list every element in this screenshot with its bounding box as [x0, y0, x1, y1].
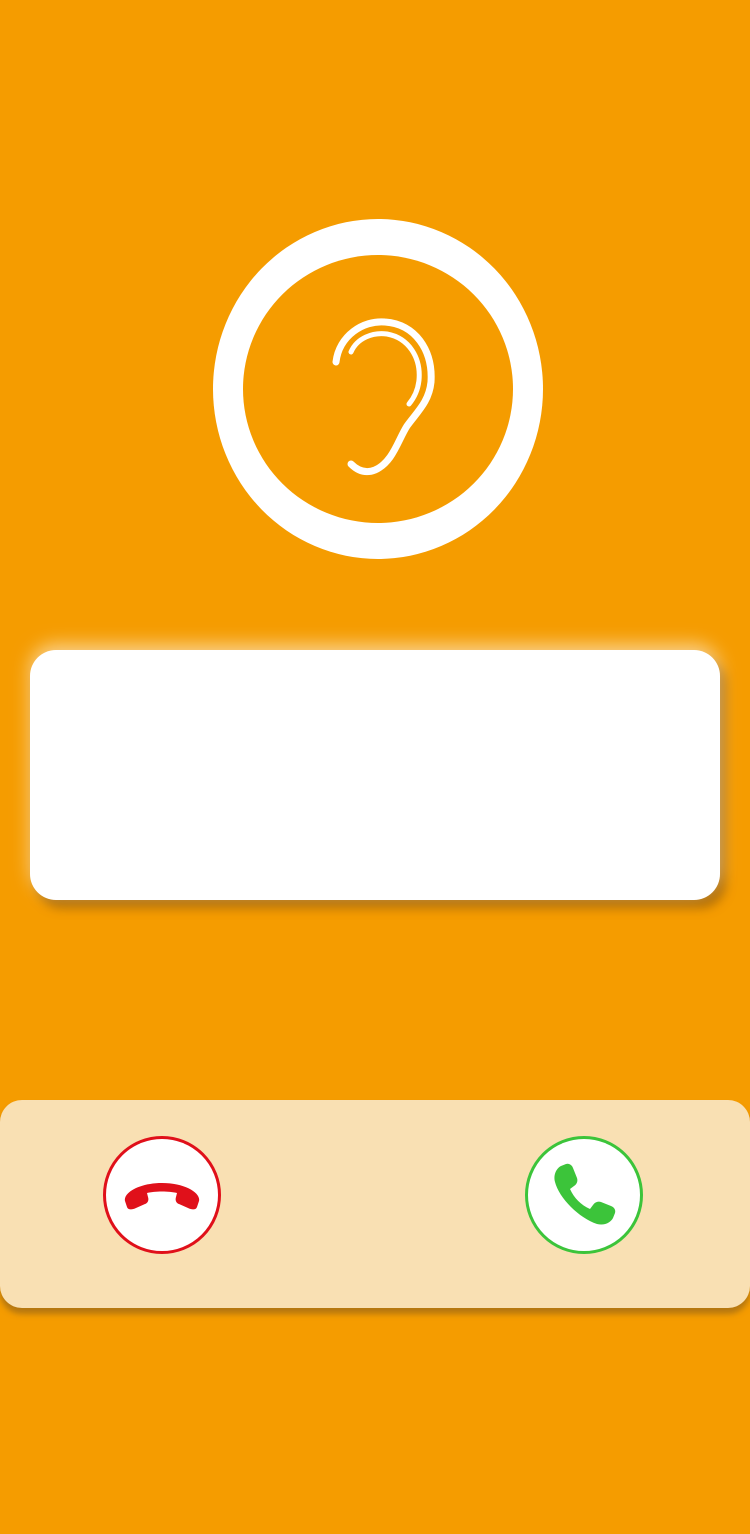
accept-call-button[interactable] — [525, 1136, 643, 1254]
call-action-bar — [0, 1100, 750, 1308]
ear-icon — [332, 318, 435, 476]
decline-call-button[interactable] — [103, 1136, 221, 1254]
avatar-inner-circle — [243, 255, 513, 523]
phone-hangup-icon — [124, 1183, 200, 1210]
caller-info-card — [30, 650, 720, 900]
incoming-call-screen — [0, 0, 750, 1534]
phone-answer-icon — [554, 1163, 616, 1225]
caller-avatar — [213, 219, 543, 559]
